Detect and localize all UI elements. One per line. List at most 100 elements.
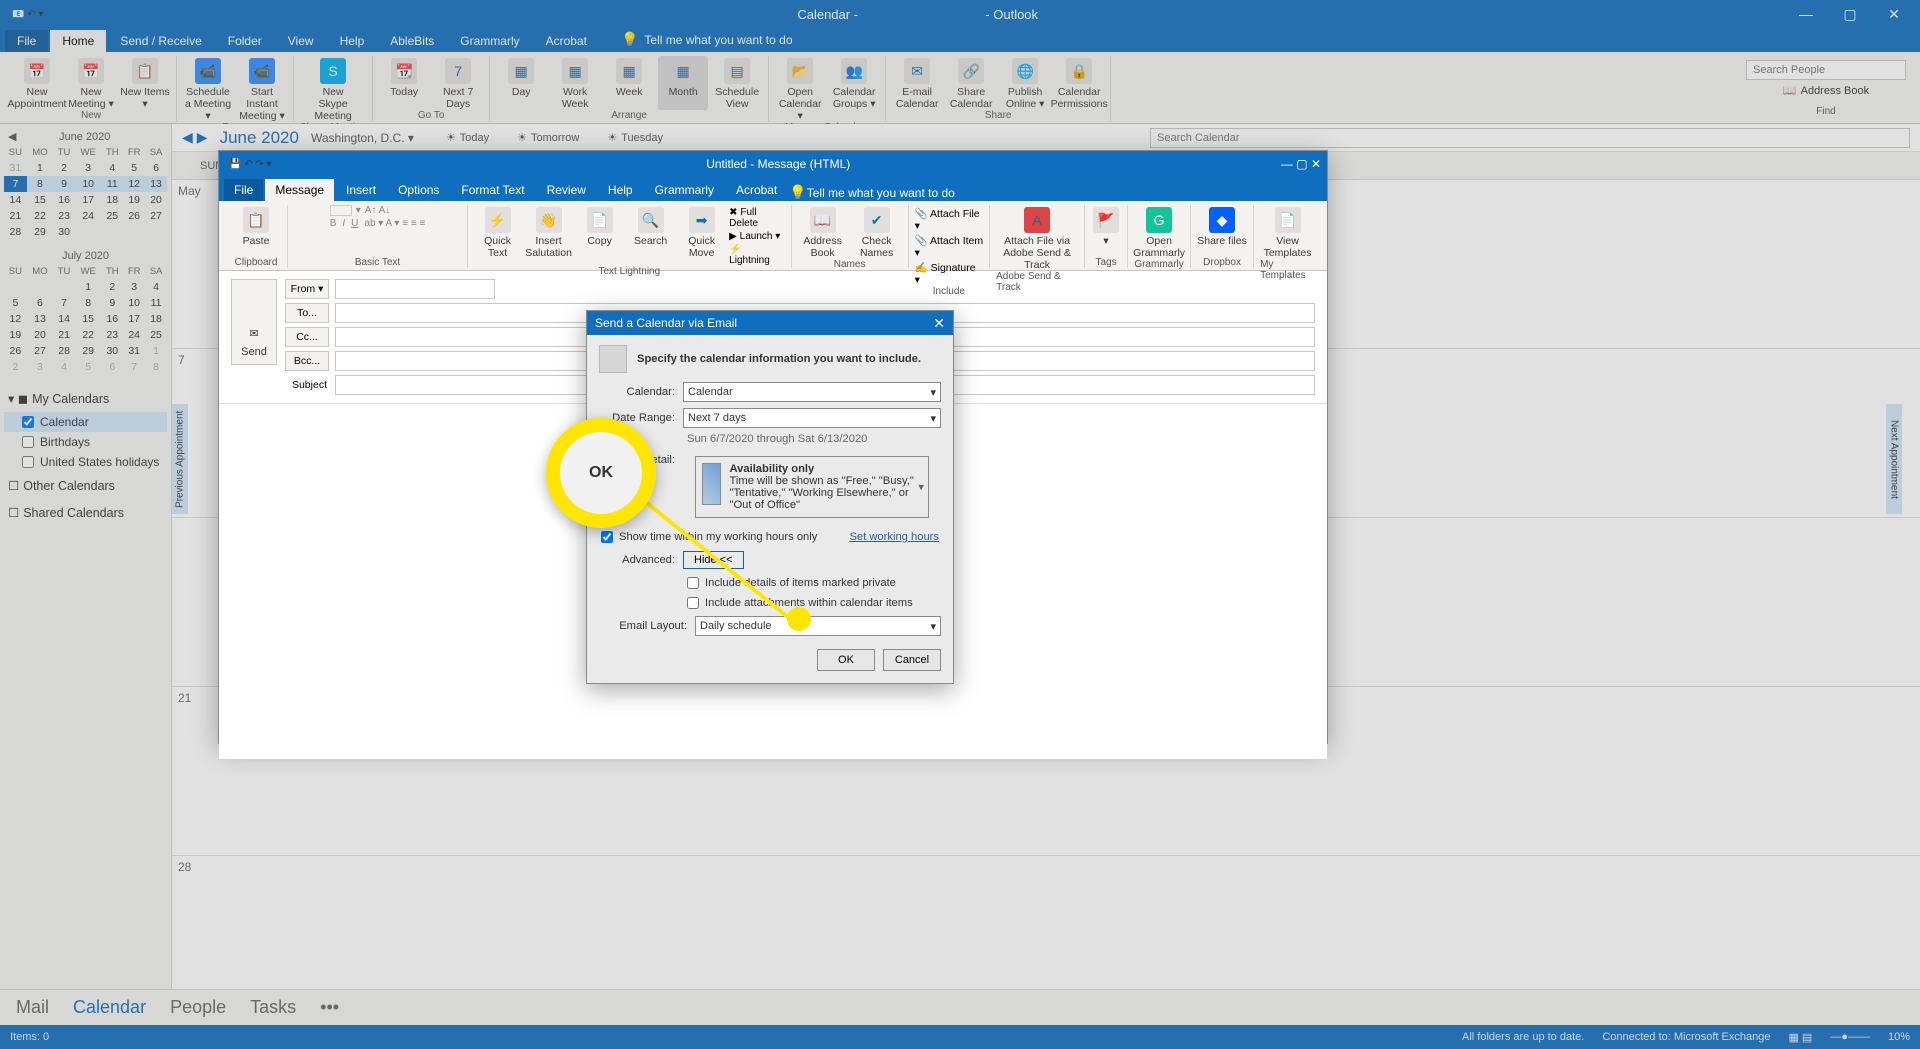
calendar-item-holidays[interactable]: United States holidays <box>4 452 167 472</box>
next7days-button[interactable]: 7Next 7 Days <box>433 56 483 110</box>
tab-sendreceive[interactable]: Send / Receive <box>108 30 213 52</box>
calendar-groups-button[interactable]: 👥Calendar Groups ▾ <box>829 56 879 122</box>
minicalendar-july[interactable]: July 2020 SUMOTUWETHFRSA1234567891011121… <box>0 244 171 379</box>
maximize-button[interactable]: ▢ <box>1832 6 1868 23</box>
next-appointment-tab[interactable]: Next Appointment <box>1886 404 1902 514</box>
full-delete-button[interactable]: ✖ Full Delete <box>729 207 784 229</box>
quick-text-button[interactable]: ⚡Quick Text <box>474 205 521 266</box>
tab-folder[interactable]: Folder <box>216 30 274 52</box>
weather-today[interactable]: ☀Today <box>446 131 489 144</box>
share-calendar-button[interactable]: 🔗Share Calendar <box>946 56 996 110</box>
msg-quick-access[interactable]: 💾 ↶ ↷ ▾ <box>225 159 276 170</box>
tab-file[interactable]: File <box>5 30 48 52</box>
insert-salutation-button[interactable]: 👋Insert Salutation <box>525 205 572 266</box>
set-working-hours-link[interactable]: Set working hours <box>849 531 939 543</box>
new-items-button[interactable]: 📋New Items ▾ <box>120 56 170 110</box>
msg-tell-me[interactable]: 💡Tell me what you want to do <box>789 184 955 201</box>
emaillayout-select[interactable]: Daily schedule▾ <box>695 616 941 636</box>
msg-tab-formattext[interactable]: Format Text <box>451 179 534 201</box>
ok-button[interactable]: OK <box>817 649 875 671</box>
tab-view[interactable]: View <box>276 30 326 52</box>
send-button[interactable]: ✉Send <box>231 279 277 365</box>
from-button[interactable]: From ▾ <box>285 279 329 299</box>
calendar-select[interactable]: Calendar▾ <box>683 382 941 402</box>
current-month-label[interactable]: June 2020 <box>220 128 299 148</box>
msg-tab-file[interactable]: File <box>224 179 263 201</box>
start-instant-meeting-button[interactable]: 📹Start Instant Meeting ▾ <box>237 56 287 122</box>
msg-tab-grammarly[interactable]: Grammarly <box>645 179 724 201</box>
calendar-permissions-button[interactable]: 🔒Calendar Permissions <box>1054 56 1104 110</box>
nav-tasks[interactable]: Tasks <box>250 997 296 1018</box>
copy-button[interactable]: 📄Copy <box>576 205 623 266</box>
month-view-button[interactable]: ▦Month <box>658 56 708 110</box>
msg-tab-insert[interactable]: Insert <box>336 179 386 201</box>
attach-item-button[interactable]: 📎 Attach Item ▾ <box>915 234 984 259</box>
day-number[interactable]: 28 <box>178 860 202 874</box>
week-view-button[interactable]: ▦Week <box>604 56 654 110</box>
detail-box[interactable]: Availability onlyTime will be shown as "… <box>695 456 929 518</box>
search-button[interactable]: 🔍Search <box>627 205 674 266</box>
search-people-input[interactable] <box>1746 60 1906 80</box>
msg-tab-acrobat[interactable]: Acrobat <box>726 179 787 201</box>
bcc-button[interactable]: Bcc... <box>285 351 329 371</box>
open-grammarly-button[interactable]: GOpen Grammarly <box>1134 205 1184 259</box>
cc-button[interactable]: Cc... <box>285 327 329 347</box>
prev-range-button[interactable]: ◀ <box>182 129 193 146</box>
schedule-view-button[interactable]: ▤Schedule View <box>712 56 762 110</box>
quick-move-button[interactable]: ➡Quick Move <box>678 205 725 266</box>
msg-tab-review[interactable]: Review <box>537 179 596 201</box>
check-names-button[interactable]: ✔Check Names <box>852 205 902 259</box>
msg-minimize-button[interactable]: — <box>1281 157 1293 171</box>
zoom-slider[interactable]: —●—— <box>1830 1031 1870 1043</box>
share-files-button[interactable]: ◆Share files <box>1197 205 1247 257</box>
search-calendar-input[interactable] <box>1150 128 1910 148</box>
launch-button[interactable]: ▶ Launch ▾ <box>729 231 784 242</box>
showtime-checkbox[interactable] <box>601 531 613 543</box>
day-number[interactable]: 7 <box>178 353 202 367</box>
msg-tab-help[interactable]: Help <box>598 179 643 201</box>
tags-button[interactable]: 🚩▾ <box>1091 205 1121 257</box>
publish-online-button[interactable]: 🌐Publish Online ▾ <box>1000 56 1050 110</box>
new-meeting-button[interactable]: 📅New Meeting ▾ <box>66 56 116 110</box>
msg-tab-options[interactable]: Options <box>388 179 449 201</box>
location-button[interactable]: Washington, D.C. ▾ <box>311 131 414 145</box>
tab-ablebits[interactable]: AbleBits <box>378 30 446 52</box>
detail-expand-button[interactable]: ▾ <box>918 481 924 494</box>
open-calendar-button[interactable]: 📂Open Calendar ▾ <box>775 56 825 122</box>
view-toggle[interactable]: ▦ ▤ <box>1788 1031 1812 1044</box>
include-private-checkbox[interactable] <box>687 577 699 589</box>
calendar-item-calendar[interactable]: Calendar <box>4 412 167 432</box>
tab-help[interactable]: Help <box>328 30 377 52</box>
adobe-attach-button[interactable]: AAttach File via Adobe Send & Track <box>997 205 1077 271</box>
tab-grammarly[interactable]: Grammarly <box>448 30 531 52</box>
other-calendars-header[interactable]: ☐ Other Calendars <box>4 472 167 499</box>
attach-file-button[interactable]: 📎 Attach File ▾ <box>915 207 984 232</box>
cancel-button[interactable]: Cancel <box>883 649 941 671</box>
msg-tab-message[interactable]: Message <box>265 179 334 201</box>
schedule-meeting-button[interactable]: 📹Schedule a Meeting ▾ <box>183 56 233 122</box>
daterange-select[interactable]: Next 7 days▾ <box>683 408 941 428</box>
minimize-button[interactable]: — <box>1788 6 1824 22</box>
minicalendar-june[interactable]: ◀June 2020 SUMOTUWETHFRSA311234567891011… <box>0 124 171 244</box>
previous-appointment-tab[interactable]: Previous Appointment <box>172 404 188 514</box>
paste-button[interactable]: 📋Paste <box>231 205 281 257</box>
from-input[interactable] <box>335 279 495 299</box>
msg-close-button[interactable]: ✕ <box>1311 157 1321 171</box>
skype-meeting-button[interactable]: SNew Skype Meeting <box>308 56 358 122</box>
nav-people[interactable]: People <box>170 997 226 1018</box>
close-button[interactable]: ✕ <box>1876 6 1912 23</box>
prev-month-button[interactable]: ◀ <box>8 130 16 143</box>
weather-tuesday[interactable]: ☀Tuesday <box>607 131 663 144</box>
include-attachments-checkbox[interactable] <box>687 597 699 609</box>
new-appointment-button[interactable]: 📅New Appointment <box>12 56 62 110</box>
nav-more[interactable]: ••• <box>320 997 339 1018</box>
view-templates-button[interactable]: 📄View Templates <box>1263 205 1313 259</box>
msg-maximize-button[interactable]: ▢ <box>1296 157 1307 171</box>
today-button[interactable]: 📆Today <box>379 56 429 110</box>
address-book-button[interactable]: 📖Address Book <box>798 205 848 259</box>
dialog-close-button[interactable]: ✕ <box>933 315 945 332</box>
quick-access-icons[interactable]: 📧 ↶ ▾ <box>8 9 47 20</box>
workweek-view-button[interactable]: ▦Work Week <box>550 56 600 110</box>
tab-home[interactable]: Home <box>50 30 106 52</box>
shared-calendars-header[interactable]: ☐ Shared Calendars <box>4 499 167 526</box>
